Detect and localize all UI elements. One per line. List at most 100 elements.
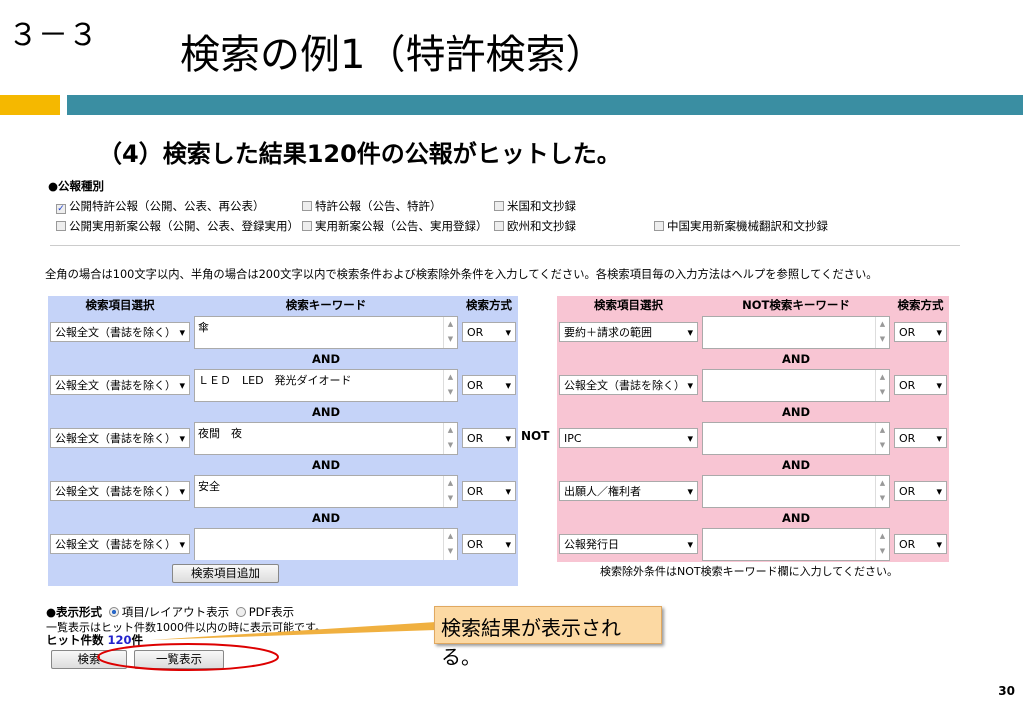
scrollbar[interactable]: ▲ ▼	[875, 316, 889, 348]
checkbox[interactable]	[302, 201, 312, 211]
field-select[interactable]: 出願人／権利者 ▾	[559, 481, 698, 501]
criteria-row: 公報全文（書誌を除く） ▾ ▲ ▼ OR ▾	[48, 526, 518, 562]
pubtype-option[interactable]: 中国実用新案機械翻訳和文抄録	[654, 218, 828, 234]
pubtype-option[interactable]: 特許公報（公告、特許）	[302, 198, 442, 214]
field-select[interactable]: 公報発行日 ▾	[559, 534, 698, 554]
exclusion-note: 検索除外条件はNOT検索キーワード欄に入力してください。	[600, 565, 898, 578]
pubtype-option[interactable]: 米国和文抄録	[494, 198, 576, 214]
and-label: AND	[311, 510, 341, 525]
method-select[interactable]: OR ▾	[894, 534, 947, 554]
pubtype-option[interactable]: 公開実用新案公報（公開、公表、登録実用）	[56, 218, 299, 234]
keyword-input[interactable]: ▲ ▼	[702, 421, 890, 455]
radio-layout-label: 項目/レイアウト表示	[121, 605, 230, 619]
method-select[interactable]: OR ▾	[894, 322, 947, 342]
field-select[interactable]: 公報全文（書誌を除く） ▾	[559, 375, 698, 395]
chevron-down-icon: ▾	[179, 484, 185, 498]
keyword-input[interactable]: ▲ ▼	[194, 527, 458, 561]
field-select[interactable]: 公報全文（書誌を除く） ▾	[50, 481, 190, 501]
and-label: AND	[781, 457, 811, 472]
pubtype-option[interactable]: 欧州和文抄録	[494, 218, 576, 234]
chevron-down-icon: ▾	[687, 537, 693, 551]
method-select[interactable]: OR ▾	[462, 375, 516, 395]
exclusion-criteria-table: 検索項目選択 NOT検索キーワード 検索方式 要約＋請求の範囲 ▾ ▲ ▼ OR ▾ AND…	[557, 296, 949, 562]
keyword-input[interactable]: 夜間 夜 ▲ ▼	[194, 421, 458, 455]
method-select[interactable]: OR ▾	[894, 481, 947, 501]
keyword-input[interactable]: 傘 ▲ ▼	[194, 315, 458, 349]
method-select[interactable]: OR ▾	[462, 534, 516, 554]
keyword-input[interactable]: ▲ ▼	[702, 368, 890, 402]
checkbox[interactable]	[494, 221, 504, 231]
chevron-down-icon: ▾	[505, 431, 511, 445]
pubtype-label: 実用新案公報（公告、実用登録）	[315, 219, 488, 233]
field-select[interactable]: 公報全文（書誌を除く） ▾	[50, 322, 190, 342]
method-select[interactable]: OR ▾	[894, 375, 947, 395]
not-label: NOT	[521, 429, 550, 443]
checkbox[interactable]	[494, 201, 504, 211]
scrollbar[interactable]: ▲ ▼	[443, 316, 457, 348]
chevron-down-icon: ▾	[179, 325, 185, 339]
method-select[interactable]: OR ▾	[894, 428, 947, 448]
field-select[interactable]: IPC ▾	[559, 428, 698, 448]
hits-value: 120	[107, 633, 132, 647]
radio-layout[interactable]	[108, 607, 119, 617]
pubtype-label: 欧州和文抄録	[507, 219, 576, 233]
field-select[interactable]: 公報全文（書誌を除く） ▾	[50, 428, 190, 448]
checkbox[interactable]	[56, 221, 66, 231]
chevron-down-icon: ▾	[505, 537, 511, 551]
section-number: ３－３	[8, 18, 98, 53]
chevron-down-icon: ▾	[936, 325, 942, 339]
scrollbar[interactable]: ▲ ▼	[443, 528, 457, 560]
keyword-input[interactable]: ▲ ▼	[702, 527, 890, 561]
scrollbar[interactable]: ▲ ▼	[443, 422, 457, 454]
search-criteria-table: 検索項目選択 検索キーワード 検索方式 公報全文（書誌を除く） ▾ 傘 ▲ ▼ OR ▾ AN…	[48, 296, 518, 562]
chevron-down-icon: ▾	[505, 325, 511, 339]
chevron-down-icon: ▾	[687, 378, 693, 392]
search-button[interactable]: 検索	[51, 650, 127, 669]
and-label: AND	[311, 404, 341, 419]
field-select[interactable]: 公報全文（書誌を除く） ▾	[50, 375, 190, 395]
field-select[interactable]: 要約＋請求の範囲 ▾	[559, 322, 698, 342]
and-label: AND	[311, 351, 341, 366]
scrollbar[interactable]: ▲ ▼	[875, 422, 889, 454]
method-select[interactable]: OR ▾	[462, 428, 516, 448]
instructions: 全角の場合は100文字以内、半角の場合は200文字以内で検索条件および検索除外条…	[45, 268, 878, 281]
chevron-down-icon: ▾	[505, 378, 511, 392]
and-label: AND	[781, 351, 811, 366]
hits-label: ヒット件数	[46, 633, 104, 647]
criteria-row: 公報全文（書誌を除く） ▾ 夜間 夜 ▲ ▼ OR ▾	[48, 420, 518, 456]
scrollbar[interactable]: ▲ ▼	[443, 475, 457, 507]
and-label: AND	[781, 510, 811, 525]
criteria-row: 公報全文（書誌を除く） ▾ 安全 ▲ ▼ OR ▾	[48, 473, 518, 509]
checkbox[interactable]	[654, 221, 664, 231]
chevron-down-icon: ▾	[687, 325, 693, 339]
method-select[interactable]: OR ▾	[462, 481, 516, 501]
checkbox[interactable]	[302, 221, 312, 231]
chevron-down-icon: ▾	[936, 484, 942, 498]
keyword-input[interactable]: ＬＥＤ LED 発光ダイオード ▲ ▼	[194, 368, 458, 402]
column-header: 検索項目選択	[48, 296, 192, 314]
scrollbar[interactable]: ▲ ▼	[443, 369, 457, 401]
chevron-down-icon: ▾	[179, 378, 185, 392]
callout-box: 検索結果が表示される。	[434, 606, 662, 669]
add-search-item-button[interactable]: 検索項目追加	[172, 564, 279, 583]
chevron-down-icon: ▾	[179, 537, 185, 551]
display-heading: ●表示形式	[46, 605, 103, 619]
keyword-input[interactable]: ▲ ▼	[702, 474, 890, 508]
list-view-button[interactable]: 一覧表示	[134, 650, 224, 669]
checkbox[interactable]: ✓	[56, 204, 66, 214]
scrollbar[interactable]: ▲ ▼	[875, 475, 889, 507]
pubtype-option[interactable]: 実用新案公報（公告、実用登録）	[302, 218, 488, 234]
column-header: 検索方式	[460, 296, 518, 314]
keyword-input[interactable]: 安全 ▲ ▼	[194, 474, 458, 508]
scrollbar[interactable]: ▲ ▼	[875, 528, 889, 560]
column-header: NOT検索キーワード	[700, 296, 892, 314]
field-select[interactable]: 公報全文（書誌を除く） ▾	[50, 534, 190, 554]
method-select[interactable]: OR ▾	[462, 322, 516, 342]
accent-bar-orange	[0, 95, 60, 115]
hits-unit: 件	[131, 633, 144, 647]
scrollbar[interactable]: ▲ ▼	[875, 369, 889, 401]
pubtype-option[interactable]: ✓ 公開特許公報（公開、公表、再公表）	[56, 198, 265, 214]
keyword-input[interactable]: ▲ ▼	[702, 315, 890, 349]
radio-pdf[interactable]	[235, 607, 246, 617]
pubtype-label: 中国実用新案機械翻訳和文抄録	[667, 219, 828, 233]
